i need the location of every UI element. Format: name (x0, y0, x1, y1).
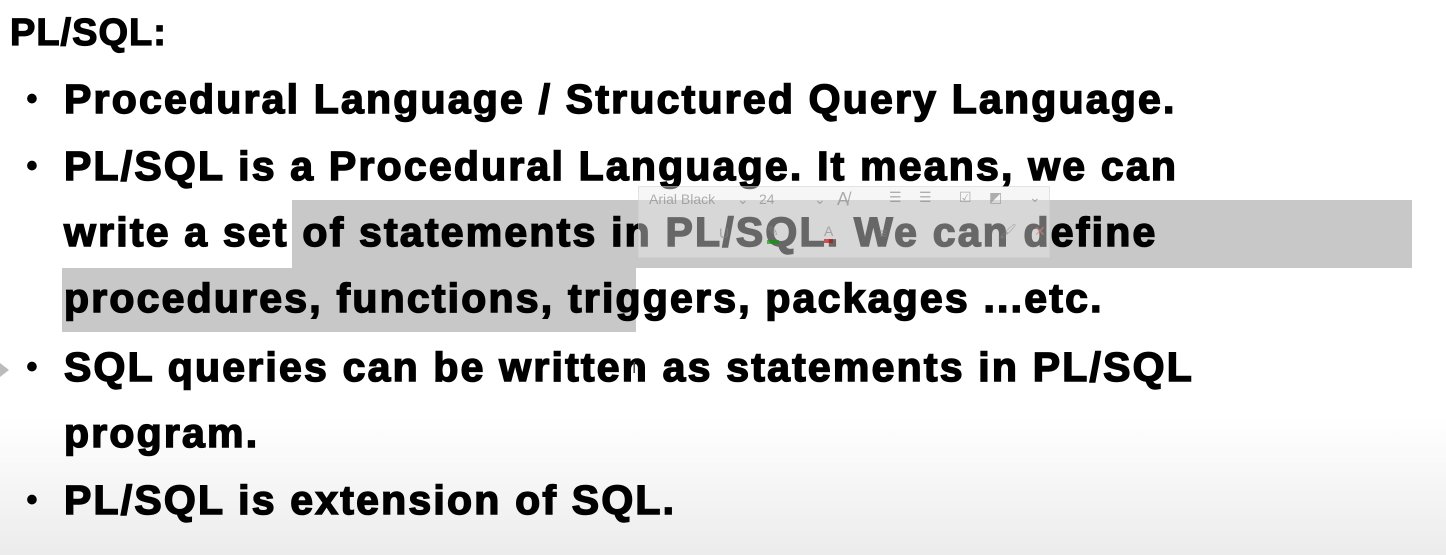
highlight-color-icon[interactable]: ✎ (767, 223, 779, 244)
chevron-down-icon[interactable]: ⌄ (737, 191, 749, 208)
clear-icon[interactable]: ✕ (1034, 223, 1046, 240)
chevron-down-icon[interactable]: ⌄ (814, 191, 826, 208)
bullet-icon: • (26, 147, 38, 185)
bullet-text[interactable]: program. (63, 409, 259, 457)
align-icon[interactable]: ≡ (879, 225, 887, 241)
bullet-icon: • (26, 348, 38, 386)
checkbox-icon[interactable]: ☑ (959, 189, 972, 206)
font-color-icon[interactable]: A (824, 223, 834, 243)
text-cursor-icon: I (632, 360, 637, 377)
bullet-text[interactable]: procedures, functions, triggers, package… (63, 274, 1104, 322)
bullet-text[interactable]: PL/SQL is extension of SQL. (63, 476, 676, 524)
bullet-text[interactable]: PL/SQL is a Procedural Language. It mean… (63, 142, 1178, 190)
bullet-icon: • (26, 80, 38, 118)
styles-icon[interactable]: A̸ (837, 189, 849, 210)
bullet-icon: • (26, 481, 38, 519)
slide-pointer-icon (0, 363, 9, 377)
numbering-icon[interactable]: ☰ (919, 189, 932, 206)
underline-icon[interactable]: U (719, 225, 729, 241)
font-name-select[interactable]: Arial Black (649, 191, 715, 207)
shape-fill-icon[interactable]: ◩ (989, 189, 1002, 206)
bullet-text[interactable]: SQL queries can be written as statements… (63, 343, 1194, 391)
mini-formatting-toolbar[interactable]: Arial Black ⌄ 24 ⌄ A̸ ☰ ☰ ☑ ◩ ⌄ U ✎ A ≡ … (638, 186, 1050, 258)
format-painter-icon[interactable]: 🖌 (999, 223, 1017, 240)
bullet-text[interactable]: Procedural Language / Structured Query L… (63, 75, 1177, 123)
chevron-down-icon[interactable]: ⌄ (1029, 189, 1041, 206)
font-size-select[interactable]: 24 (759, 191, 775, 207)
bullets-icon[interactable]: ☰ (889, 189, 902, 206)
slide-title: PL/SQL: (9, 11, 167, 54)
